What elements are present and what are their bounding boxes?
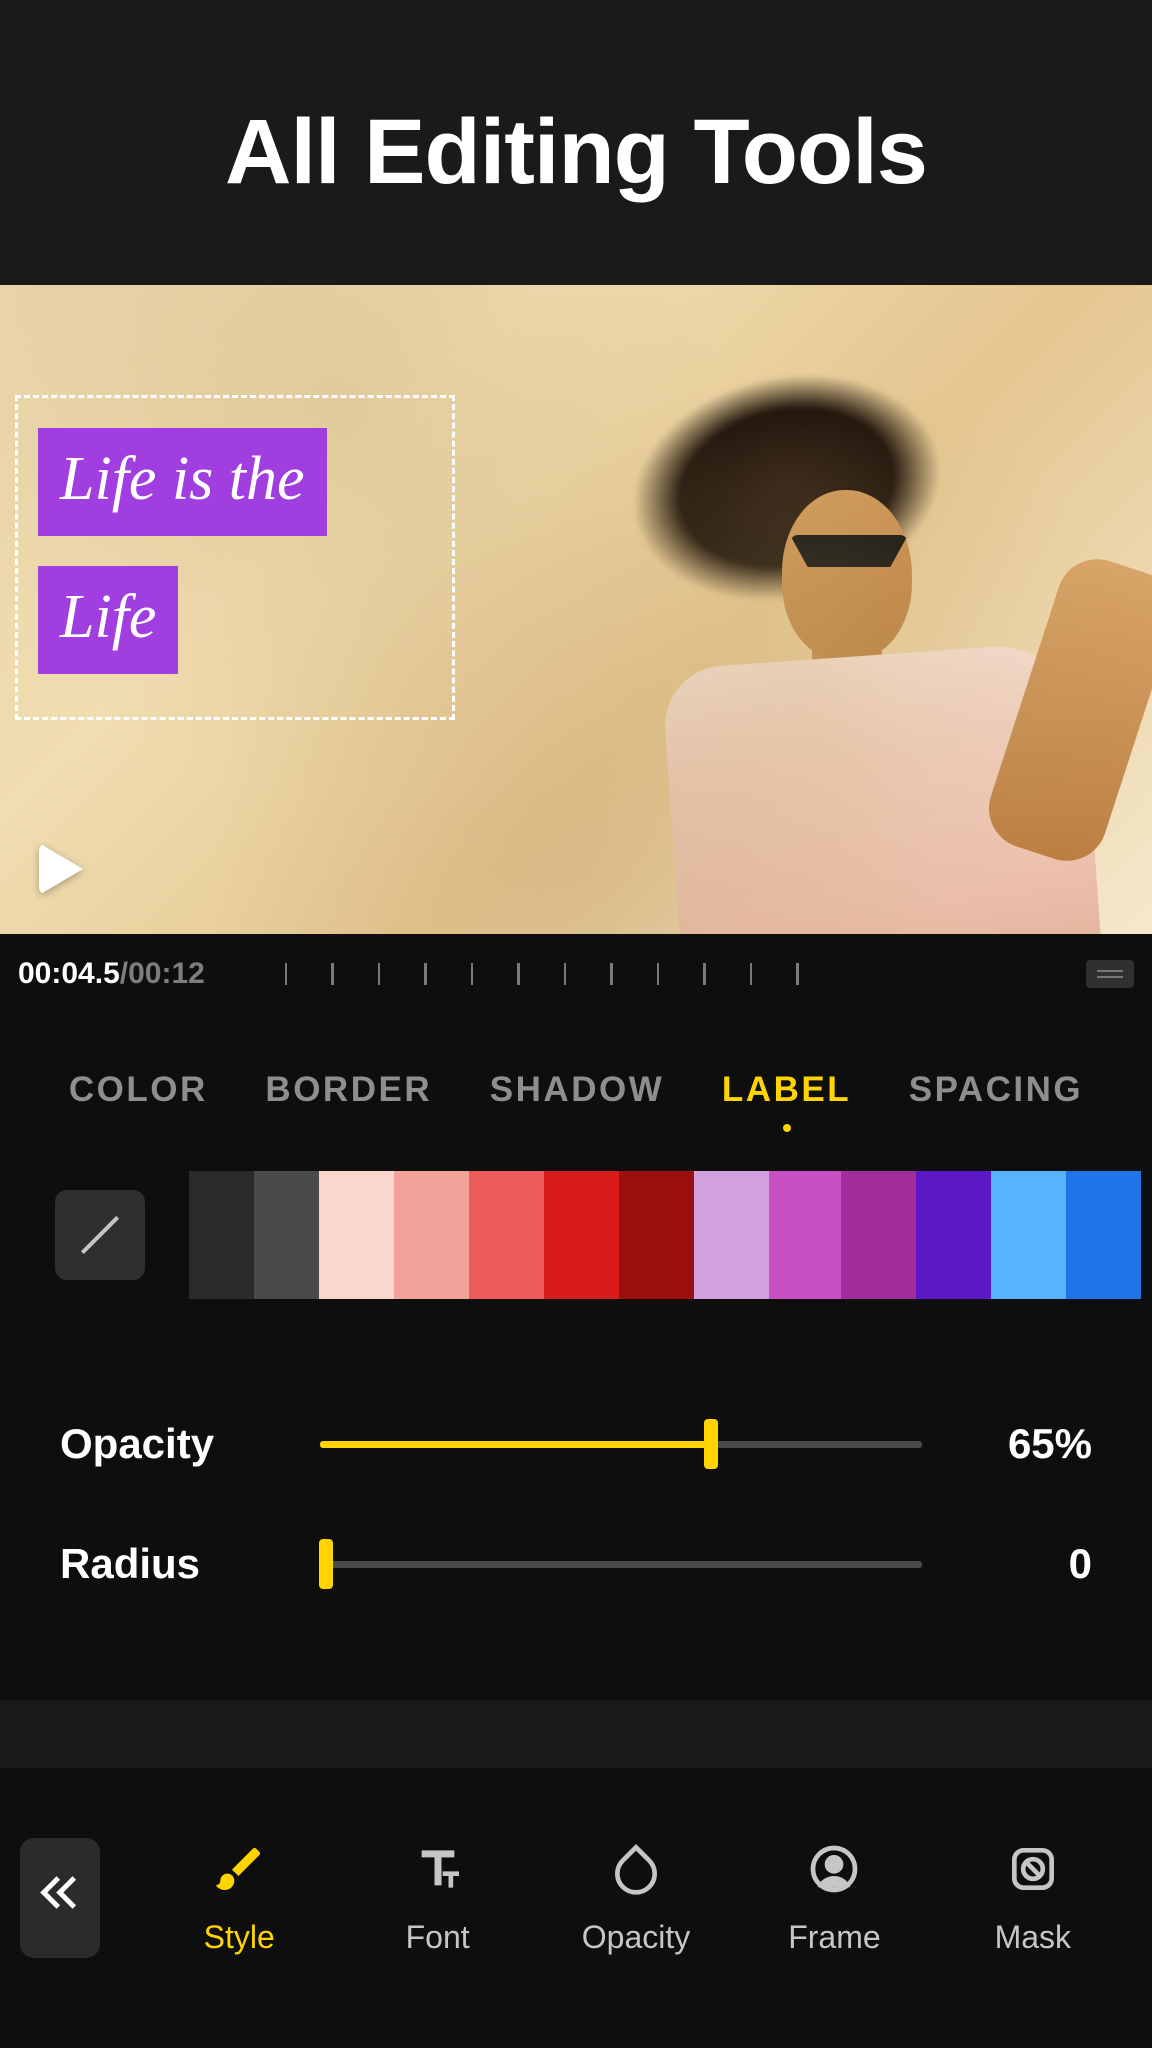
tool-label: Font xyxy=(406,1919,470,1956)
radius-slider-row: Radius 0 xyxy=(60,1540,1092,1588)
color-swatch[interactable] xyxy=(841,1171,916,1299)
opacity-slider-label: Opacity xyxy=(60,1420,280,1468)
color-swatch[interactable] xyxy=(544,1171,619,1299)
opacity-icon xyxy=(608,1841,664,1897)
text-line-2: Life xyxy=(38,566,178,674)
timeline-bar[interactable]: 00:04.5/00:12 xyxy=(0,934,1152,1014)
opacity-slider-thumb[interactable] xyxy=(704,1419,718,1469)
video-preview[interactable]: Life is the Life xyxy=(0,285,1152,934)
sliders-group: Opacity 65% Radius 0 xyxy=(0,1300,1152,1700)
style-tabs: COLOR BORDER SHADOW LABEL SPACING xyxy=(0,1070,1152,1170)
color-swatch[interactable] xyxy=(189,1171,254,1299)
text-overlay[interactable]: Life is the Life xyxy=(38,428,432,674)
opacity-slider-row: Opacity 65% xyxy=(60,1420,1092,1468)
color-swatch[interactable] xyxy=(319,1171,394,1299)
text-line-1: Life is the xyxy=(38,428,327,536)
preview-image xyxy=(532,325,1112,934)
timeline-ticks[interactable] xyxy=(285,963,1076,985)
timecode-display: 00:04.5/00:12 xyxy=(18,957,205,991)
header-title: All Editing Tools xyxy=(20,100,1132,205)
back-button[interactable] xyxy=(20,1838,100,1958)
tab-spacing[interactable]: SPACING xyxy=(909,1070,1083,1126)
play-icon xyxy=(39,843,83,895)
font-icon xyxy=(410,1841,466,1897)
tool-label: Frame xyxy=(788,1919,880,1956)
tool-label: Mask xyxy=(995,1919,1071,1956)
mask-icon xyxy=(1005,1841,1061,1897)
style-icon xyxy=(211,1841,267,1897)
color-swatch[interactable] xyxy=(469,1171,544,1299)
play-button[interactable] xyxy=(32,840,90,898)
radius-slider[interactable] xyxy=(320,1561,922,1568)
tool-style[interactable]: Style xyxy=(140,1841,338,1956)
opacity-slider-value: 65% xyxy=(962,1420,1092,1468)
color-swatch-row xyxy=(0,1170,1152,1300)
opacity-slider[interactable] xyxy=(320,1441,922,1448)
tab-color[interactable]: COLOR xyxy=(69,1070,208,1126)
color-swatch[interactable] xyxy=(769,1171,841,1299)
tab-shadow[interactable]: SHADOW xyxy=(490,1070,664,1126)
color-swatch[interactable] xyxy=(619,1171,694,1299)
timeline-drag-handle[interactable] xyxy=(1086,960,1134,988)
tool-label: Opacity xyxy=(582,1919,690,1956)
tab-label[interactable]: LABEL xyxy=(722,1070,851,1126)
color-swatch[interactable] xyxy=(991,1171,1066,1299)
tool-label: Style xyxy=(204,1919,275,1956)
color-swatch[interactable] xyxy=(916,1171,991,1299)
timecode-separator: / xyxy=(120,957,128,990)
tab-border[interactable]: BORDER xyxy=(265,1070,432,1126)
tool-mask[interactable]: Mask xyxy=(934,1841,1132,1956)
edit-panel: COLOR BORDER SHADOW LABEL SPACING Opacity 65… xyxy=(0,1014,1152,1700)
tool-font[interactable]: Font xyxy=(338,1841,536,1956)
radius-slider-label: Radius xyxy=(60,1540,280,1588)
radius-slider-thumb[interactable] xyxy=(319,1539,333,1589)
color-swatch[interactable] xyxy=(1066,1171,1141,1299)
color-swatch[interactable] xyxy=(694,1171,769,1299)
radius-slider-value: 0 xyxy=(962,1540,1092,1588)
promo-header: All Editing Tools xyxy=(0,0,1152,285)
color-swatch[interactable] xyxy=(394,1171,469,1299)
tool-frame[interactable]: Frame xyxy=(735,1841,933,1956)
bottom-toolbar: Style Font Opacity Frame Mask xyxy=(0,1768,1152,2048)
color-swatch[interactable] xyxy=(254,1171,319,1299)
chevrons-left-icon xyxy=(43,1881,77,1915)
frame-icon xyxy=(806,1841,862,1897)
color-swatches xyxy=(189,1171,1152,1299)
tool-opacity[interactable]: Opacity xyxy=(537,1841,735,1956)
no-color-icon xyxy=(81,1216,119,1254)
timecode-total: 00:12 xyxy=(128,957,205,990)
text-selection-box[interactable]: Life is the Life xyxy=(15,395,455,720)
timecode-current: 00:04.5 xyxy=(18,957,120,990)
no-color-swatch[interactable] xyxy=(55,1190,145,1280)
